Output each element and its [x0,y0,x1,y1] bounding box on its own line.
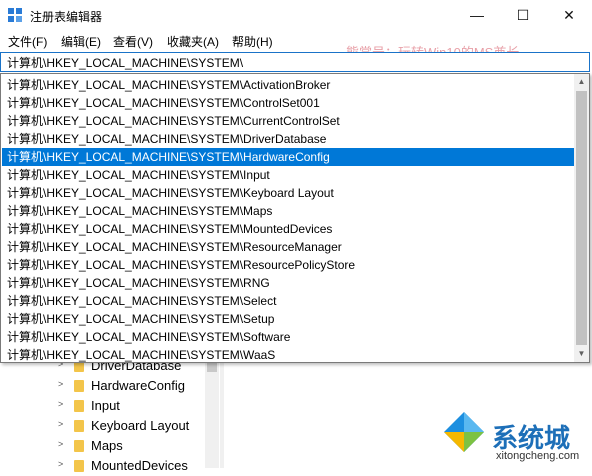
tree-item-label: Maps [91,438,123,453]
suggestion-item[interactable]: 计算机\HKEY_LOCAL_MACHINE\SYSTEM\ResourceMa… [2,238,574,256]
regedit-app-icon [8,8,22,22]
tree-item[interactable]: > Input [0,396,205,416]
tree-item[interactable]: > Keyboard Layout [0,416,205,436]
suggestion-item[interactable]: 计算机\HKEY_LOCAL_MACHINE\SYSTEM\Select [2,292,574,310]
title-bar: 注册表编辑器 — ☐ ✕ [0,0,592,30]
close-button[interactable]: ✕ [546,0,592,30]
menu-edit[interactable]: 编辑(E) [61,33,101,50]
menu-file[interactable]: 文件(F) [8,33,47,50]
suggestion-item[interactable]: 计算机\HKEY_LOCAL_MACHINE\SYSTEM\Activation… [2,76,574,94]
suggestion-item[interactable]: 计算机\HKEY_LOCAL_MACHINE\SYSTEM\Keyboard L… [2,184,574,202]
menu-favorites[interactable]: 收藏夹(A) [167,33,219,50]
xitongcheng-logo-icon [444,412,484,452]
scroll-down-arrow-icon[interactable]: ▼ [574,346,589,362]
folder-icon [74,400,84,412]
folder-icon [74,440,84,452]
tree-item[interactable]: > MountedDevices [0,456,205,476]
address-suggestions: 计算机\HKEY_LOCAL_MACHINE\SYSTEM\Activation… [0,73,590,363]
suggestion-item[interactable]: 计算机\HKEY_LOCAL_MACHINE\SYSTEM\Software [2,328,574,346]
chevron-right-icon[interactable]: > [58,379,63,389]
suggestion-item[interactable]: 计算机\HKEY_LOCAL_MACHINE\SYSTEM\MountedDev… [2,220,574,238]
suggestion-item[interactable]: 计算机\HKEY_LOCAL_MACHINE\SYSTEM\DriverData… [2,130,574,148]
tree-scrollbar-thumb[interactable] [207,363,217,372]
scroll-up-arrow-icon[interactable]: ▲ [574,74,589,90]
folder-icon [74,380,84,392]
registry-tree: > DriverDatabase > HardwareConfig > Inpu… [0,358,220,473]
suggestion-item-selected[interactable]: 计算机\HKEY_LOCAL_MACHINE\SYSTEM\HardwareCo… [2,148,574,166]
suggestion-item[interactable]: 计算机\HKEY_LOCAL_MACHINE\SYSTEM\Input [2,166,574,184]
chevron-right-icon[interactable]: > [58,419,63,429]
suggestion-item[interactable]: 计算机\HKEY_LOCAL_MACHINE\SYSTEM\Maps [2,202,574,220]
tree-item-label: MountedDevices [91,458,188,473]
tree-item[interactable]: > HardwareConfig [0,376,205,396]
window-title: 注册表编辑器 [30,10,103,24]
chevron-right-icon[interactable]: > [58,399,63,409]
suggestion-item[interactable]: 计算机\HKEY_LOCAL_MACHINE\SYSTEM\ControlSet… [2,94,574,112]
address-bar [0,52,591,72]
suggestion-item[interactable]: 计算机\HKEY_LOCAL_MACHINE\SYSTEM\Setup [2,310,574,328]
menu-view[interactable]: 查看(V) [113,33,153,50]
suggestion-item[interactable]: 计算机\HKEY_LOCAL_MACHINE\SYSTEM\ResourcePo… [2,256,574,274]
chevron-right-icon[interactable]: > [58,439,63,449]
watermark-url: xitongcheng.com [496,450,580,462]
minimize-button[interactable]: — [454,0,500,30]
tree-item-label: Input [91,398,120,413]
folder-icon [74,420,84,432]
suggestion-item[interactable]: 计算机\HKEY_LOCAL_MACHINE\SYSTEM\WaaS [2,346,574,364]
scrollbar-thumb[interactable] [576,91,587,345]
folder-icon [74,460,84,472]
tree-scrollbar[interactable] [205,363,219,468]
tree-item[interactable]: > Maps [0,436,205,456]
tree-item-label: HardwareConfig [91,378,185,393]
suggestion-item[interactable]: 计算机\HKEY_LOCAL_MACHINE\SYSTEM\RNG [2,274,574,292]
tree-item-label: Keyboard Layout [91,418,190,433]
suggestions-scrollbar[interactable]: ▲ ▼ [574,74,589,362]
address-input[interactable] [3,53,591,71]
menu-help[interactable]: 帮助(H) [232,33,273,50]
maximize-button[interactable]: ☐ [500,0,546,30]
suggestion-item[interactable]: 计算机\HKEY_LOCAL_MACHINE\SYSTEM\CurrentCon… [2,112,574,130]
